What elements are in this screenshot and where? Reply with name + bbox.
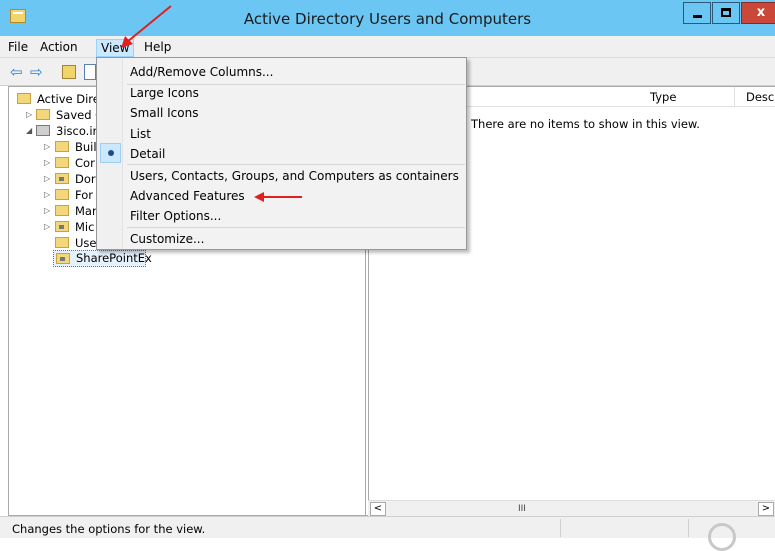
folder-icon <box>36 109 50 120</box>
back-arrow-icon[interactable]: ⇦ <box>10 64 23 80</box>
menu-item-containers[interactable]: Users, Contacts, Groups, and Computers a… <box>130 168 459 184</box>
status-text: Changes the options for the view. <box>12 522 206 536</box>
collapse-icon[interactable]: ◢ <box>26 123 34 139</box>
expand-icon[interactable]: ▷ <box>26 107 34 123</box>
folder-icon <box>55 221 69 232</box>
expand-icon[interactable]: ▷ <box>44 203 52 219</box>
menu-item-list[interactable]: List <box>130 126 151 142</box>
expand-icon[interactable]: ▷ <box>44 187 52 203</box>
menu-item-small-icons[interactable]: Small Icons <box>130 105 198 121</box>
folder-icon <box>55 173 69 184</box>
expand-icon[interactable]: ▷ <box>44 139 52 155</box>
horizontal-scrollbar[interactable]: < III > <box>368 500 775 516</box>
folder-icon <box>56 253 70 264</box>
status-divider <box>688 519 689 537</box>
menu-item-large-icons[interactable]: Large Icons <box>130 85 199 101</box>
menu-file[interactable]: File <box>4 39 32 57</box>
maximize-button[interactable] <box>712 2 740 24</box>
folder-icon <box>55 189 69 200</box>
scroll-right-button[interactable]: > <box>758 502 774 516</box>
menu-item-add-remove-columns[interactable]: Add/Remove Columns... <box>130 64 273 80</box>
scroll-left-button[interactable]: < <box>370 502 386 516</box>
column-description[interactable]: Descr <box>746 90 775 104</box>
menu-item-advanced-features[interactable]: Advanced Features <box>130 188 245 204</box>
expand-icon[interactable]: ▷ <box>44 219 52 235</box>
minimize-icon <box>693 15 702 18</box>
expand-icon[interactable]: ▷ <box>44 155 52 171</box>
folder-icon <box>55 237 69 248</box>
scroll-thumb[interactable]: III <box>518 504 526 514</box>
empty-message: There are no items to show in this view. <box>471 117 700 131</box>
maximize-icon <box>721 8 731 17</box>
menu-item-filter-options[interactable]: Filter Options... <box>130 208 221 224</box>
folder-icon <box>55 205 69 216</box>
minimize-button[interactable] <box>683 2 711 24</box>
domain-icon <box>36 125 50 136</box>
radio-check-icon <box>108 150 114 156</box>
expand-icon[interactable]: ▷ <box>44 171 52 187</box>
menu-separator <box>127 227 465 228</box>
menu-action[interactable]: Action <box>36 39 82 57</box>
folder-icon <box>55 141 69 152</box>
column-type[interactable]: Type <box>650 90 676 104</box>
forward-arrow-icon[interactable]: ⇨ <box>30 64 43 80</box>
close-button[interactable]: x <box>741 2 775 24</box>
menu-item-detail[interactable]: Detail <box>130 146 165 162</box>
folder-up-icon[interactable] <box>62 65 76 79</box>
watermark-logo <box>708 523 736 551</box>
status-divider <box>560 519 561 537</box>
annotation-arrow-icon <box>254 192 302 202</box>
folder-icon <box>17 93 31 104</box>
annotation-arrow-icon <box>121 5 172 48</box>
properties-icon[interactable] <box>84 64 96 80</box>
view-menu-dropdown: Add/Remove Columns... Large Icons Small … <box>96 57 467 250</box>
menu-item-customize[interactable]: Customize... <box>130 231 204 247</box>
tree-item-selected[interactable]: SharePointEx <box>53 250 152 267</box>
folder-icon <box>55 157 69 168</box>
checked-item-marker <box>100 143 121 163</box>
status-bar: Changes the options for the view. <box>0 516 775 551</box>
menu-separator <box>127 164 465 165</box>
column-divider[interactable] <box>734 87 735 107</box>
